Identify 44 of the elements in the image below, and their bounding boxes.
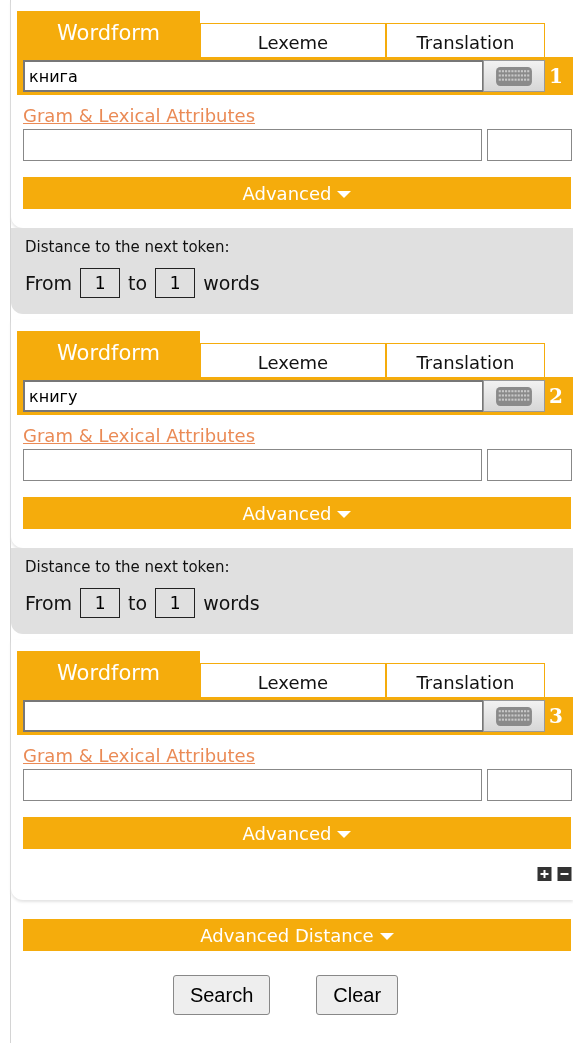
- keyboard-button[interactable]: [483, 380, 545, 412]
- token-number: 1: [549, 64, 563, 88]
- keyboard-icon: [496, 386, 532, 406]
- minus-icon[interactable]: [557, 867, 572, 881]
- token-number: 3: [549, 704, 563, 728]
- tab[interactable]: Translation: [386, 343, 545, 377]
- distance-to-field[interactable]: 1: [155, 268, 196, 298]
- unit-label: words: [203, 272, 260, 294]
- caret-icon: [337, 190, 352, 199]
- keyboard-icon: [496, 706, 532, 726]
- attributes-field[interactable]: [23, 769, 482, 801]
- wordform-field[interactable]: книга: [23, 60, 483, 92]
- tab[interactable]: Translation: [386, 663, 545, 697]
- distance-label: Distance to the next token:: [25, 238, 231, 256]
- distance-label: Distance to the next token:: [25, 558, 231, 576]
- caret-icon: [337, 510, 352, 519]
- to-label: to: [128, 272, 148, 294]
- attributes-field[interactable]: [487, 129, 572, 161]
- to-label: to: [128, 592, 148, 614]
- caret-icon: [337, 830, 352, 839]
- distance-to-field[interactable]: 1: [155, 588, 196, 618]
- attributes-field[interactable]: [487, 769, 572, 801]
- attributes-field[interactable]: [23, 449, 482, 481]
- unit-label: words: [203, 592, 260, 614]
- tab[interactable]: Translation: [386, 23, 545, 57]
- tab[interactable]: Lexeme: [200, 663, 386, 697]
- tab[interactable]: Lexeme: [200, 343, 386, 377]
- keyboard-button[interactable]: [483, 60, 545, 92]
- wordform-field[interactable]: книгу: [23, 380, 483, 412]
- wordform-field[interactable]: [23, 700, 483, 732]
- token-number: 2: [549, 384, 563, 408]
- from-label: From: [25, 272, 73, 294]
- plus-icon[interactable]: [537, 867, 552, 881]
- keyboard-button[interactable]: [483, 700, 545, 732]
- form-button[interactable]: Clear: [316, 975, 399, 1015]
- distance-from-field[interactable]: 1: [80, 588, 121, 618]
- from-label: From: [25, 592, 73, 614]
- keyboard-icon: [496, 66, 532, 86]
- caret-icon: [379, 932, 394, 941]
- attributes-field[interactable]: [487, 449, 572, 481]
- form-button[interactable]: Search: [172, 975, 271, 1015]
- tab[interactable]: Lexeme: [200, 23, 386, 57]
- attributes-field[interactable]: [23, 129, 482, 161]
- distance-from-field[interactable]: 1: [80, 268, 121, 298]
